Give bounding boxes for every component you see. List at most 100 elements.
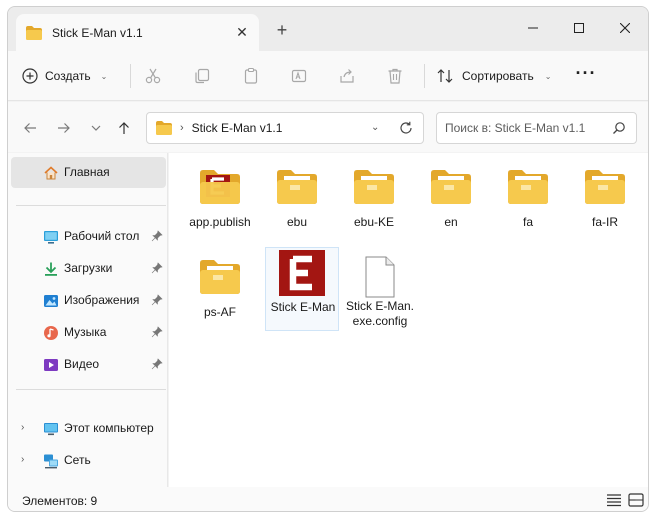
tiles-view-icon[interactable] [628,493,644,507]
desktop-icon [44,231,58,244]
folder-icon [431,170,471,204]
file-name: fa-IR [591,215,618,229]
folder-icon [354,170,394,204]
minimize-button[interactable] [510,13,556,43]
sidebar-item-label: Загрузки [64,261,113,275]
pin-icon[interactable] [151,358,163,370]
sidebar-item-label: Музыка [64,325,107,339]
cut-button[interactable] [142,65,164,87]
file-item-app-publish[interactable]: app.publish [183,157,257,237]
pin-icon[interactable] [151,262,163,274]
refresh-button[interactable] [397,119,415,137]
sidebar-item-this-pc[interactable]: › Этот компьютер [11,413,166,444]
downloads-icon [45,262,57,276]
address-history-chevron-icon[interactable]: ⌄ [371,122,379,133]
folder-icon [508,170,548,204]
sidebar-item-pictures[interactable]: Изображения [11,285,166,316]
sidebar-item-label: Рабочий стол [64,229,140,243]
close-window-button[interactable] [602,13,648,43]
share-button[interactable] [336,65,358,87]
toolbar-divider [424,64,425,88]
file-item-ps-af[interactable]: ps-AF [183,247,257,327]
document-icon [365,256,395,298]
file-item-ebu-ke[interactable]: ebu-KE [337,157,411,237]
chevron-down-icon: ⌄ [100,71,108,81]
tab-stick-e-man[interactable]: Stick E-Man v1.1 ✕ [16,14,259,51]
maximize-button[interactable] [556,13,602,43]
navigation-row: › Stick E-Man v1.1 ⌄ [8,102,648,152]
arrow-right-icon [58,123,70,133]
sidebar-item-label: Этот компьютер [64,421,154,435]
toolbar-divider [130,64,131,88]
sidebar-item-downloads[interactable]: Загрузки [11,253,166,284]
command-bar: Создать ⌄ Сортировать ⌄ ··· [8,51,648,101]
new-tab-button[interactable]: + [272,21,292,41]
forward-button[interactable] [54,118,74,138]
close-tab-icon[interactable]: ✕ [233,23,251,41]
sort-button[interactable]: Сортировать ⌄ [436,64,551,88]
sidebar-item-desktop[interactable]: Рабочий стол [11,221,166,252]
title-bar: Stick E-Man v1.1 ✕ + [8,7,648,51]
expand-chevron-icon[interactable]: › [21,454,24,465]
file-item-en[interactable]: en [414,157,488,237]
search-box[interactable] [436,112,637,144]
sidebar-item-label: Сеть [64,453,91,467]
sidebar-item-music[interactable]: Музыка [11,317,166,348]
expand-chevron-icon[interactable]: › [21,422,24,433]
sidebar-item-label: Видео [64,357,100,371]
folder-icon [156,121,172,135]
folder-icon [200,260,240,294]
videos-icon [44,359,58,371]
pin-icon[interactable] [151,230,163,242]
item-count: Элементов: 9 [22,494,98,508]
scissors-icon [145,68,161,84]
file-name: en [444,215,458,229]
pin-icon[interactable] [151,294,163,306]
sidebar-item-home[interactable]: Главная [11,157,166,188]
more-options-button[interactable]: ··· [574,64,598,88]
sidebar-item-videos[interactable]: Видео [11,349,166,380]
up-button[interactable] [114,118,134,138]
file-name: fa [522,215,533,229]
rename-button[interactable] [288,65,310,87]
search-icon[interactable] [612,121,626,135]
paste-icon [244,67,258,84]
folder-icon [585,170,625,204]
folder-icon [26,25,42,40]
file-item-fa-ir[interactable]: fa-IR [568,157,642,237]
folder-icon [277,170,317,204]
close-icon [620,23,630,33]
music-icon [44,326,58,340]
pin-icon[interactable] [151,326,163,338]
breadcrumb-separator-icon: › [180,122,184,134]
chevron-down-icon: ⌄ [544,71,552,81]
sort-icon [437,69,453,83]
navigation-pane: Главная Рабочий стол Загрузки Изображени… [8,153,168,487]
sidebar-item-network[interactable]: › Сеть [11,445,166,476]
refresh-icon [400,121,412,134]
delete-button[interactable] [384,65,406,87]
recent-locations-button[interactable] [86,118,106,138]
copy-button[interactable] [191,65,213,87]
sort-label: Сортировать [462,69,534,83]
create-label: Создать [45,69,91,83]
file-item-fa[interactable]: fa [491,157,565,237]
file-item-config[interactable]: Stick E-Man.exe.config [343,247,417,343]
minimize-icon [528,27,538,29]
arrow-up-icon [119,122,129,134]
paste-button[interactable] [240,65,262,87]
back-button[interactable] [20,118,40,138]
file-item-ebu[interactable]: ebu [260,157,334,237]
file-name: Stick E-Man.exe.config [345,299,414,328]
file-name: Stick E-Man [270,300,336,314]
details-view-icon[interactable] [606,493,622,507]
network-icon [44,454,58,469]
sidebar-item-label: Изображения [64,293,140,307]
file-name: ebu [286,215,308,229]
computer-icon [44,423,58,436]
search-input[interactable] [445,120,605,136]
address-bar[interactable]: › Stick E-Man v1.1 ⌄ [146,112,424,144]
create-button[interactable]: Создать ⌄ [22,64,107,88]
file-item-stick-e-man[interactable]: Stick E-Man [265,247,339,331]
breadcrumb-item[interactable]: Stick E-Man v1.1 [192,121,283,135]
